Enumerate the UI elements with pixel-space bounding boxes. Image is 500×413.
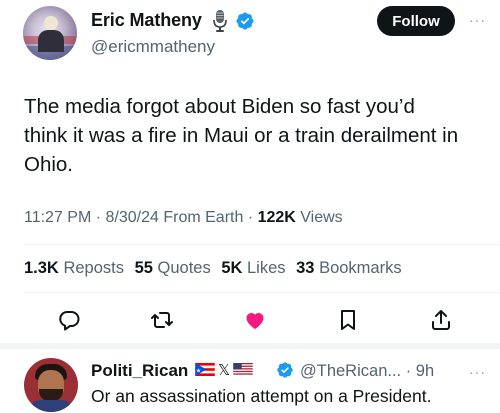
- tweet-text: The media forgot about Biden so fast you…: [24, 95, 459, 176]
- x-logo-icon: 𝕏: [218, 362, 231, 379]
- tweet-source: From Earth: [158, 209, 244, 226]
- views-count: 122K: [257, 209, 296, 226]
- quotes-stat[interactable]: 55 Quotes: [135, 259, 211, 277]
- reply-handle[interactable]: @TheRican...: [300, 362, 401, 380]
- reply-text: Or an assassination attempt on a Preside…: [91, 386, 432, 406]
- reply-icon[interactable]: [57, 308, 81, 332]
- meta-separator: ·: [401, 362, 416, 380]
- reposts-stat[interactable]: 1.3K Reposts: [24, 259, 124, 277]
- tweet-stats: 1.3K Reposts 55 Quotes 5K Likes 33 Bookm…: [24, 259, 408, 278]
- views-label: Views: [295, 209, 343, 226]
- author-display-name[interactable]: Eric Matheny: [91, 10, 202, 31]
- bookmark-icon[interactable]: [336, 308, 360, 332]
- meta-separator: ·: [91, 209, 106, 226]
- divider: [24, 244, 500, 245]
- section-divider: [0, 343, 500, 349]
- likes-stat[interactable]: 5K Likes: [221, 259, 285, 277]
- microphone-icon: [213, 10, 227, 32]
- more-options-icon[interactable]: ···: [469, 12, 486, 28]
- reply-more-options-icon[interactable]: ···: [469, 364, 486, 380]
- reply-author-avatar[interactable]: [24, 358, 78, 412]
- reply-time[interactable]: 9h: [416, 362, 434, 380]
- verified-badge-icon: [236, 12, 254, 30]
- reply-author-display-name[interactable]: Politi_Rican: [91, 361, 188, 381]
- verified-badge-icon: [277, 362, 293, 378]
- meta-separator: ·: [243, 209, 258, 226]
- like-icon-filled[interactable]: [243, 308, 267, 332]
- tweet-meta: 11:27 PM · 8/30/24 From Earth · 122K Vie…: [24, 209, 343, 227]
- share-icon[interactable]: [429, 308, 453, 332]
- divider: [24, 292, 500, 293]
- reply-name-flags: 𝕏: [195, 361, 256, 380]
- author-handle[interactable]: @ericmmatheny: [91, 37, 215, 57]
- us-flag-icon: [233, 363, 253, 376]
- tweet-date[interactable]: 8/30/24: [106, 209, 159, 226]
- repost-icon[interactable]: [150, 308, 174, 332]
- tweet-time[interactable]: 11:27 PM: [24, 209, 91, 226]
- puerto-rico-flag-icon: [195, 363, 215, 376]
- author-avatar[interactable]: [23, 6, 77, 60]
- reply-author-meta: @TheRican... · 9h: [300, 362, 434, 381]
- follow-button[interactable]: Follow: [377, 6, 455, 36]
- bookmarks-stat[interactable]: 33 Bookmarks: [296, 259, 401, 277]
